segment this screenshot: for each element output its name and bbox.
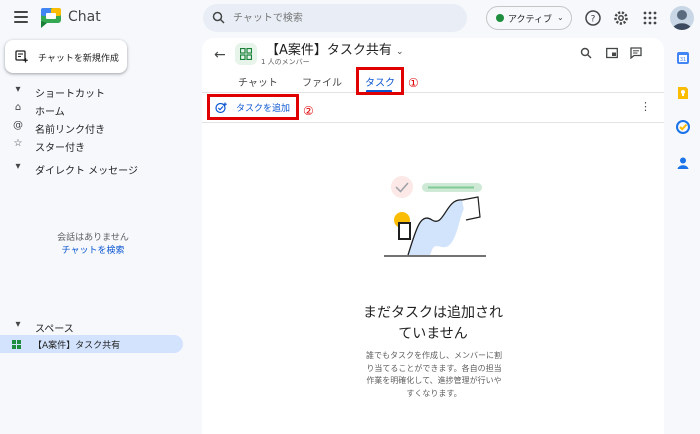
caret-down-icon: ▾ [15, 319, 21, 330]
avatar[interactable] [670, 6, 694, 30]
at-mention-icon: @ [13, 120, 23, 131]
keep-icon[interactable] [676, 86, 690, 100]
tab-chat[interactable]: チャット [238, 74, 278, 89]
annotation-box-1 [356, 67, 404, 95]
shortcuts-section-toggle[interactable]: ▾ ショートカット [0, 82, 190, 100]
empty-title-line-1: まだタスクは追加され [363, 305, 503, 321]
sidebar-item-label: 名前リンク付き [35, 125, 105, 136]
back-arrow-icon[interactable]: ← [214, 47, 226, 63]
main-menu-icon[interactable] [14, 11, 28, 23]
dm-empty-text: 会話はありません [57, 233, 129, 243]
annotation-box-2 [207, 94, 299, 120]
svg-text:?: ? [591, 15, 596, 25]
search-icon[interactable] [580, 47, 592, 59]
chat-logo-icon [41, 8, 61, 28]
tab-divider [202, 92, 664, 93]
threads-icon[interactable] [630, 47, 642, 59]
dm-section-toggle[interactable]: ▾ ダイレクト メッセージ [0, 159, 190, 177]
space-title-button[interactable]: 【A案件】タスク共有 ⌄ [266, 39, 404, 58]
search-icon [212, 11, 225, 24]
sidebar-item-space[interactable]: 【A案件】タスク共有 [0, 335, 183, 353]
star-icon: ☆ [13, 138, 23, 149]
space-item-label: 【A案件】タスク共有 [33, 341, 121, 351]
spaces-heading: スペース [35, 324, 74, 335]
annotation-label-2: ② [303, 104, 314, 118]
top-bar: Chat アクティブ ⌄ ? [0, 0, 700, 36]
spaces-section-toggle[interactable]: ▾ スペース [0, 317, 190, 335]
caret-down-icon: ▾ [15, 84, 21, 95]
status-selector[interactable]: アクティブ ⌄ [486, 6, 572, 30]
space-icon [12, 340, 21, 349]
space-icon [240, 48, 252, 60]
picture-in-picture-icon[interactable] [606, 47, 618, 59]
space-title: 【A案件】タスク共有 [266, 43, 392, 58]
new-chat-icon [15, 50, 28, 63]
new-chat-label: チャットを新規作成 [38, 54, 119, 64]
search-input[interactable] [233, 9, 453, 27]
find-chat-link[interactable]: チャットを検索 [0, 243, 186, 256]
sidebar-item-starred[interactable]: ☆ スター付き [0, 136, 190, 154]
chevron-down-icon: ⌄ [557, 13, 564, 22]
tab-files[interactable]: ファイル [302, 74, 342, 89]
app-title: Chat [68, 9, 101, 25]
help-icon[interactable]: ? [584, 9, 602, 27]
empty-title-line-2: ていません [398, 326, 468, 342]
home-icon: ⌂ [14, 102, 22, 113]
tasks-icon[interactable] [676, 120, 690, 134]
caret-down-icon: ▾ [15, 161, 21, 172]
more-options-icon[interactable]: ⋮ [640, 100, 651, 113]
user-avatar-icon [672, 10, 692, 30]
annotation-label-1: ① [408, 76, 419, 90]
sidebar-item-label: ホーム [35, 107, 65, 118]
space-avatar [235, 43, 257, 65]
member-count: 1 人のメンバー [261, 58, 310, 66]
gear-icon[interactable] [612, 9, 630, 27]
shortcuts-heading: ショートカット [35, 89, 105, 100]
sidebar-item-mentions[interactable]: @ 名前リンク付き [0, 118, 190, 136]
sidebar-item-home[interactable]: ⌂ ホーム [0, 100, 190, 118]
search-bar[interactable] [203, 4, 467, 32]
new-chat-button[interactable]: チャットを新規作成 [5, 40, 127, 73]
empty-state-title: まだタスクは追加され ていません [202, 303, 664, 345]
status-label: アクティブ [508, 15, 553, 25]
sidebar-item-label: スター付き [35, 143, 85, 154]
contacts-icon[interactable] [676, 156, 690, 170]
empty-state-description: 誰でもタスクを作成し、メンバーに割り当てることができます。各自の担当作業を明確化… [366, 351, 502, 398]
apps-grid-icon[interactable] [641, 9, 659, 27]
calendar-icon[interactable]: 31 [676, 51, 690, 65]
status-dot [496, 14, 504, 22]
chevron-down-icon: ⌄ [396, 47, 404, 57]
empty-tasks-illustration [384, 176, 486, 257]
svg-text:31: 31 [680, 57, 686, 63]
toolbar-divider [202, 122, 664, 123]
dm-heading: ダイレクト メッセージ [35, 166, 138, 177]
